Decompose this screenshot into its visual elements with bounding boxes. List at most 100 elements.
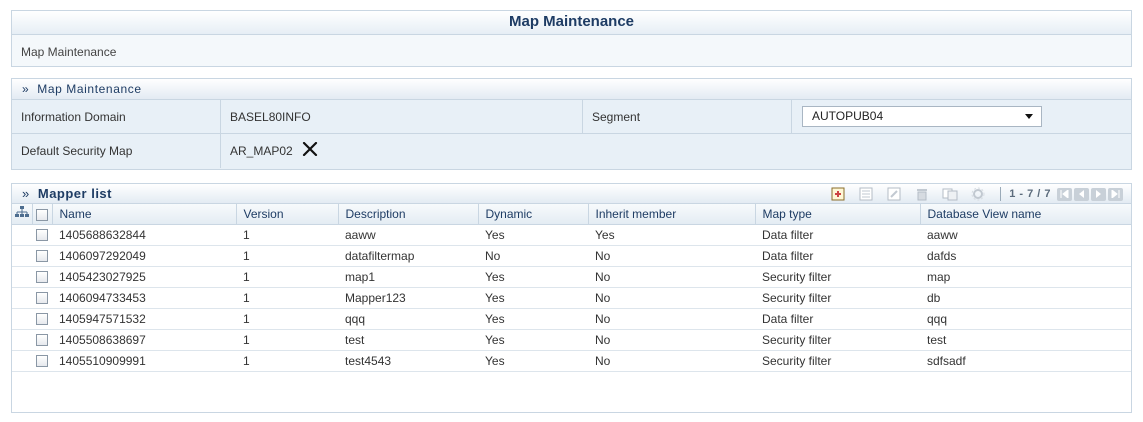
- name-cell: 1405508638697: [52, 329, 236, 351]
- version-cell: 1: [236, 350, 338, 372]
- version-cell: 1: [236, 266, 338, 288]
- next-page-icon[interactable]: [1091, 187, 1106, 201]
- last-page-icon[interactable]: [1108, 187, 1123, 201]
- row-spacer: [12, 287, 32, 309]
- row-checkbox[interactable]: [32, 329, 52, 351]
- row-checkbox[interactable]: [32, 308, 52, 330]
- inherit-member-cell: No: [588, 266, 755, 288]
- dynamic-cell: Yes: [478, 266, 588, 288]
- table-row[interactable]: 1405508638697 1 test Yes No Security filter te…: [12, 329, 1131, 351]
- table-row[interactable]: 1405947571532 1 qqq Yes No Data filter qqq: [12, 308, 1131, 330]
- default-security-map-label: Default Security Map: [21, 144, 133, 158]
- copy-icon[interactable]: [942, 187, 958, 201]
- table-row[interactable]: 1405423027925 1 map1 Yes No Security filter ma…: [12, 266, 1131, 288]
- checkbox-icon: [36, 313, 48, 326]
- description-cell: datafiltermap: [338, 245, 478, 267]
- table-row[interactable]: 1405510909991 1 test4543 Yes No Security filt…: [12, 350, 1131, 372]
- column-header-name[interactable]: Name: [52, 204, 237, 225]
- divider: [220, 100, 221, 133]
- column-header-dynamic[interactable]: Dynamic: [478, 204, 589, 225]
- page-title: Map Maintenance: [12, 11, 1131, 35]
- settings-icon[interactable]: [970, 187, 986, 201]
- table-row[interactable]: 1406094733453 1 Mapper123 Yes No Security fil…: [12, 287, 1131, 309]
- checkbox-icon: [36, 355, 48, 368]
- toolbar-separator: [1000, 187, 1002, 201]
- dynamic-cell: Yes: [478, 308, 588, 330]
- column-header-description[interactable]: Description: [338, 204, 479, 225]
- view-icon[interactable]: [858, 187, 874, 201]
- section-header[interactable]: » Mapper list 1 - 7 / 7: [12, 184, 1131, 204]
- collapse-chevron-icon[interactable]: »: [22, 82, 29, 96]
- collapse-chevron-icon[interactable]: »: [22, 186, 30, 201]
- divider: [582, 100, 583, 133]
- row-checkbox[interactable]: [32, 245, 52, 267]
- default-security-map-value-cell: AR_MAP02: [230, 134, 318, 168]
- information-domain-value: BASEL80INFO: [230, 110, 311, 124]
- map-type-cell: Data filter: [755, 224, 920, 246]
- row-checkbox[interactable]: [32, 287, 52, 309]
- hierarchy-icon[interactable]: [12, 204, 33, 225]
- divider: [220, 134, 221, 168]
- description-cell: map1: [338, 266, 478, 288]
- segment-selected-value: AUTOPUB04: [812, 109, 884, 123]
- information-domain-label: Information Domain: [21, 110, 126, 124]
- row-spacer: [12, 245, 32, 267]
- dynamic-cell: Yes: [478, 329, 588, 351]
- description-cell: qqq: [338, 308, 478, 330]
- checkbox-icon: [36, 229, 48, 242]
- database-view-name-cell: sdfsadf: [920, 350, 1131, 372]
- row-spacer: [12, 224, 32, 246]
- previous-page-icon[interactable]: [1074, 187, 1089, 201]
- section-title: Map Maintenance: [37, 82, 142, 96]
- first-page-icon[interactable]: [1057, 187, 1072, 201]
- dynamic-cell: No: [478, 245, 588, 267]
- row-checkbox[interactable]: [32, 266, 52, 288]
- dynamic-cell: Yes: [478, 287, 588, 309]
- database-view-name-cell: db: [920, 287, 1131, 309]
- version-cell: 1: [236, 224, 338, 246]
- table-row[interactable]: 1406097292049 1 datafiltermap No No Data filt…: [12, 245, 1131, 267]
- section-header[interactable]: » Map Maintenance: [12, 79, 1131, 100]
- column-header-version[interactable]: Version: [236, 204, 339, 225]
- map-type-cell: Security filter: [755, 350, 920, 372]
- toolbar: 1 - 7 / 7: [824, 186, 1123, 202]
- checkbox-icon: [36, 208, 48, 221]
- row-checkbox[interactable]: [32, 350, 52, 372]
- inherit-member-cell: No: [588, 245, 755, 267]
- inherit-member-cell: No: [588, 308, 755, 330]
- row-spacer: [12, 308, 32, 330]
- column-header-map-type[interactable]: Map type: [755, 204, 921, 225]
- segment-select[interactable]: AUTOPUB04: [802, 106, 1042, 127]
- default-security-map-value: AR_MAP02: [230, 144, 293, 158]
- breadcrumb: Map Maintenance: [21, 45, 117, 59]
- column-header-inherit-member[interactable]: Inherit member: [588, 204, 756, 225]
- clear-icon[interactable]: [302, 135, 318, 169]
- delete-icon[interactable]: [914, 187, 930, 201]
- edit-icon[interactable]: [886, 187, 902, 201]
- mapper-list-section: » Mapper list 1 - 7 / 7 Name Version Des…: [11, 183, 1132, 413]
- section-title: Mapper list: [37, 186, 112, 201]
- divider: [791, 100, 792, 133]
- checkbox-icon: [36, 271, 48, 284]
- database-view-name-cell: test: [920, 329, 1131, 351]
- name-cell: 1405947571532: [52, 308, 236, 330]
- add-icon[interactable]: [830, 187, 846, 201]
- version-cell: 1: [236, 329, 338, 351]
- inherit-member-cell: No: [588, 287, 755, 309]
- row-spacer: [12, 329, 32, 351]
- name-cell: 1406094733453: [52, 287, 236, 309]
- select-all-checkbox[interactable]: [32, 204, 53, 225]
- map-type-cell: Data filter: [755, 245, 920, 267]
- dropdown-arrow-icon: [1025, 114, 1033, 119]
- checkbox-icon: [36, 292, 48, 305]
- name-cell: 1405510909991: [52, 350, 236, 372]
- name-cell: 1406097292049: [52, 245, 236, 267]
- information-domain-row: Information Domain BASEL80INFO Segment A…: [12, 100, 1131, 134]
- inherit-member-cell: No: [588, 350, 755, 372]
- description-cell: Mapper123: [338, 287, 478, 309]
- checkbox-icon: [36, 334, 48, 347]
- row-checkbox[interactable]: [32, 224, 52, 246]
- table-row[interactable]: 1405688632844 1 aaww Yes Yes Data filter aaww: [12, 224, 1131, 246]
- description-cell: aaww: [338, 224, 478, 246]
- column-header-database-view-name[interactable]: Database View name: [920, 204, 1131, 225]
